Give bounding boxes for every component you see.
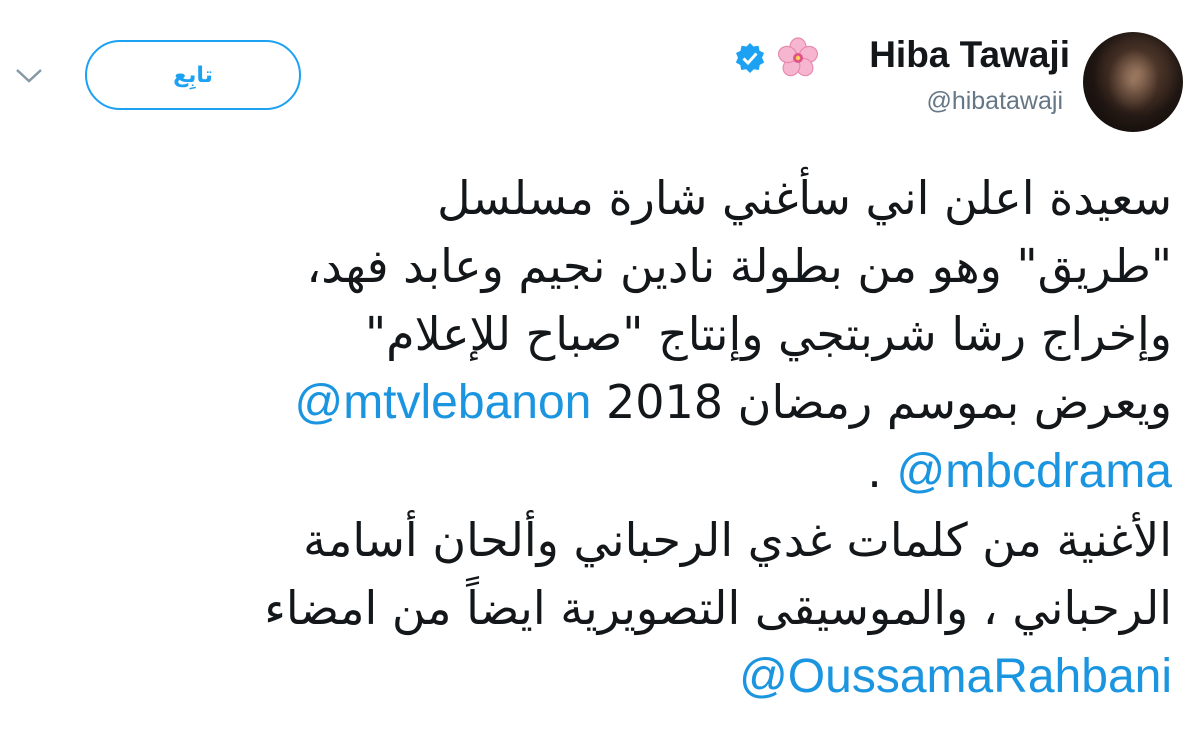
tweet-line-4-text: ويعرض بموسم رمضان 2018 xyxy=(605,375,1172,429)
avatar-photo xyxy=(1093,40,1173,130)
mention-mtvlebanon[interactable]: @mtvlebanon xyxy=(294,376,591,429)
mention-oussamarahbani[interactable]: @OussamaRahbani xyxy=(739,650,1172,703)
cherry-blossom-icon xyxy=(776,36,820,80)
tweet-line-6: الأغنية من كلمات غدي الرحباني وألحان أسا… xyxy=(303,513,1172,567)
tweet-card: تابِع Hiba Tawaji @hibatawaji سعيدة اعلن… xyxy=(0,0,1200,733)
tweet-line-2: "طريق" وهو من بطولة نادين نجيم وعابد فهد… xyxy=(306,239,1172,293)
tweet-text: سعيدة اعلن اني سأغني شارة مسلسل "طريق" و… xyxy=(22,164,1172,711)
chevron-down-icon[interactable] xyxy=(14,66,44,86)
tweet-line-1: سعيدة اعلن اني سأغني شارة مسلسل xyxy=(437,171,1172,225)
mention-mbcdrama[interactable]: @mbcdrama xyxy=(897,445,1172,498)
tweet-line-5-text: . xyxy=(867,444,882,498)
avatar[interactable] xyxy=(1083,32,1183,132)
follow-button[interactable]: تابِع xyxy=(85,40,301,110)
tweet-line-8: @OussamaRahbani xyxy=(22,642,1172,711)
tweet-line-5: @mbcdrama . xyxy=(22,437,1172,506)
tweet-line-4: ويعرض بموسم رمضان 2018 @mtvlebanon xyxy=(22,368,1172,437)
verified-badge-icon xyxy=(734,42,766,74)
tweet-line-7: الرحباني ، والموسيقى التصويرية ايضاً من … xyxy=(264,581,1172,635)
user-handle[interactable]: @hibatawaji xyxy=(926,87,1063,116)
display-name[interactable]: Hiba Tawaji xyxy=(869,34,1070,76)
tweet-line-3: وإخراج رشا شربتجي وإنتاج "صباح للإعلام" xyxy=(365,307,1172,361)
